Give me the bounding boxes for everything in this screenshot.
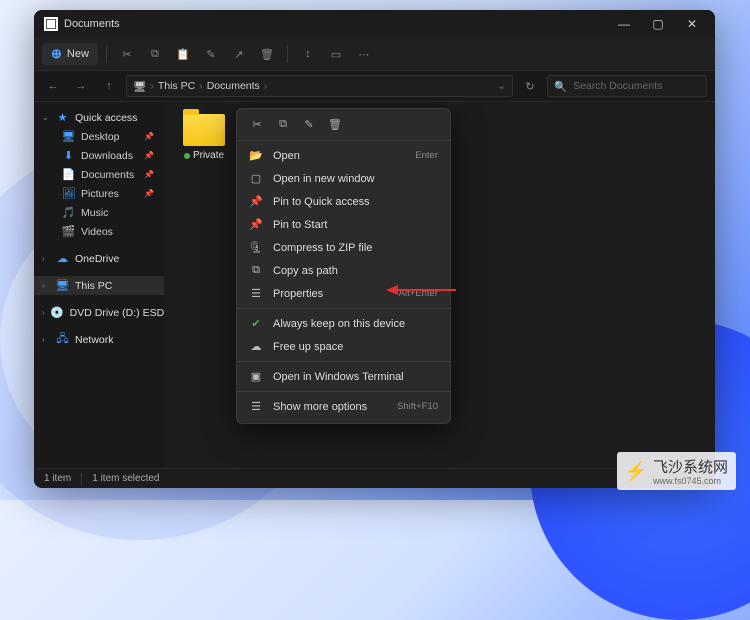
status-selected: 1 item selected	[92, 473, 159, 484]
content-pane[interactable]: Private ✂ ⧉ ✎ 🗑 📂OpenEnter ▢Open in new …	[164, 102, 715, 468]
status-bar: 1 item 1 item selected	[34, 468, 715, 488]
sidebar-item-downloads[interactable]: ⬇Downloads📌	[34, 146, 164, 165]
paste-button[interactable]: 📋	[171, 42, 195, 66]
sidebar-quick-access[interactable]: ⌄★Quick access	[34, 108, 164, 127]
path-icon: ⧉	[249, 264, 263, 277]
cut-button[interactable]: ✂	[115, 42, 139, 66]
ctx-keep[interactable]: ✔Always keep on this device	[237, 312, 450, 335]
ctx-open-new[interactable]: ▢Open in new window	[237, 167, 450, 190]
sidebar-network[interactable]: ›🖧Network	[34, 330, 164, 349]
window-title: Documents	[64, 18, 120, 30]
dropdown-icon[interactable]: ⌄	[497, 80, 506, 92]
ctx-pin-quick[interactable]: 📌Pin to Quick access	[237, 190, 450, 213]
ctx-pin-start[interactable]: 📌Pin to Start	[237, 213, 450, 236]
ctx-copy-path[interactable]: ⧉Copy as path	[237, 259, 450, 282]
sync-status-icon	[184, 153, 190, 159]
navigation-row: ← → ↑ 🖥 › This PC › Documents › ⌄ ↻ 🔍 Se…	[34, 70, 715, 102]
back-button[interactable]: ←	[42, 75, 64, 97]
ctx-properties[interactable]: ☰PropertiesAlt+Enter	[237, 282, 450, 305]
pin-icon: 📌	[249, 218, 263, 231]
sidebar-item-music[interactable]: 🎵Music	[34, 203, 164, 222]
search-icon: 🔍	[554, 80, 567, 93]
delete-button[interactable]: 🗑	[255, 42, 279, 66]
sync-icon: ✔	[249, 317, 263, 330]
watermark-logo: ⚡	[625, 461, 647, 482]
new-label: New	[67, 48, 89, 60]
search-placeholder: Search Documents	[573, 80, 662, 92]
more-icon: ☰	[249, 400, 263, 413]
sidebar-dvd[interactable]: ›💿DVD Drive (D:) ESD-…	[34, 303, 164, 322]
plus-icon: ⊕	[51, 46, 62, 62]
watermark-brand: 飞沙系统网	[653, 456, 728, 477]
minimize-button[interactable]: —	[607, 10, 641, 38]
cloud-icon: ☁	[249, 340, 263, 353]
more-button[interactable]: ⋯	[352, 42, 376, 66]
watermark-url: www.fs0745.com	[653, 477, 728, 486]
ctx-free[interactable]: ☁Free up space	[237, 335, 450, 358]
refresh-button[interactable]: ↻	[519, 75, 541, 97]
folder-icon	[183, 114, 225, 146]
new-button[interactable]: ⊕ New	[42, 43, 98, 65]
up-button[interactable]: ↑	[98, 75, 120, 97]
status-count: 1 item	[44, 473, 71, 484]
context-menu: ✂ ⧉ ✎ 🗑 📂OpenEnter ▢Open in new window 📌…	[236, 108, 451, 424]
crumb-current[interactable]: Documents	[207, 80, 260, 92]
ctx-more[interactable]: ☰Show more optionsShift+F10	[237, 395, 450, 418]
pin-icon: 📌	[249, 195, 263, 208]
forward-button[interactable]: →	[70, 75, 92, 97]
sidebar-thispc[interactable]: ›🖥This PC	[34, 276, 164, 295]
sidebar-item-desktop[interactable]: 🖥Desktop📌	[34, 127, 164, 146]
crumb-root[interactable]: This PC	[158, 80, 195, 92]
ctx-cut-icon[interactable]: ✂	[249, 118, 265, 131]
folder-item[interactable]: Private	[176, 114, 232, 161]
sidebar-item-documents[interactable]: 📄Documents📌	[34, 165, 164, 184]
pc-icon: 🖥	[133, 80, 146, 93]
address-bar[interactable]: 🖥 › This PC › Documents › ⌄	[126, 75, 513, 97]
view-button[interactable]: ▭	[324, 42, 348, 66]
terminal-icon: ▣	[249, 370, 263, 383]
window-icon: ▢	[249, 172, 263, 185]
copy-button[interactable]: ⧉	[143, 42, 167, 66]
share-button[interactable]: ↗	[227, 42, 251, 66]
properties-icon: ☰	[249, 287, 263, 300]
maximize-button[interactable]: ▢	[641, 10, 675, 38]
ctx-open[interactable]: 📂OpenEnter	[237, 144, 450, 167]
sidebar: ⌄★Quick access 🖥Desktop📌 ⬇Downloads📌 📄Do…	[34, 102, 164, 468]
close-button[interactable]: ✕	[675, 10, 709, 38]
search-box[interactable]: 🔍 Search Documents	[547, 75, 707, 97]
toolbar: ⊕ New ✂ ⧉ 📋 ✎ ↗ 🗑 ↕ ▭ ⋯	[34, 38, 715, 70]
ctx-compress[interactable]: 🗜Compress to ZIP file	[237, 236, 450, 259]
folder-name: Private	[193, 150, 224, 161]
sidebar-onedrive[interactable]: ›☁OneDrive	[34, 249, 164, 268]
open-icon: 📂	[249, 149, 263, 162]
ctx-terminal[interactable]: ▣Open in Windows Terminal	[237, 365, 450, 388]
rename-button[interactable]: ✎	[199, 42, 223, 66]
sort-button[interactable]: ↕	[296, 42, 320, 66]
app-icon	[44, 17, 58, 31]
titlebar: Documents — ▢ ✕	[34, 10, 715, 38]
sidebar-item-pictures[interactable]: 🖼Pictures📌	[34, 184, 164, 203]
ctx-rename-icon[interactable]: ✎	[301, 118, 317, 131]
sidebar-item-videos[interactable]: 🎬Videos	[34, 222, 164, 241]
ctx-copy-icon[interactable]: ⧉	[275, 118, 291, 131]
file-explorer-window: Documents — ▢ ✕ ⊕ New ✂ ⧉ 📋 ✎ ↗ 🗑 ↕ ▭ ⋯ …	[34, 10, 715, 488]
zip-icon: 🗜	[249, 241, 263, 254]
watermark: ⚡ 飞沙系统网 www.fs0745.com	[617, 452, 736, 490]
ctx-delete-icon[interactable]: 🗑	[327, 118, 343, 131]
